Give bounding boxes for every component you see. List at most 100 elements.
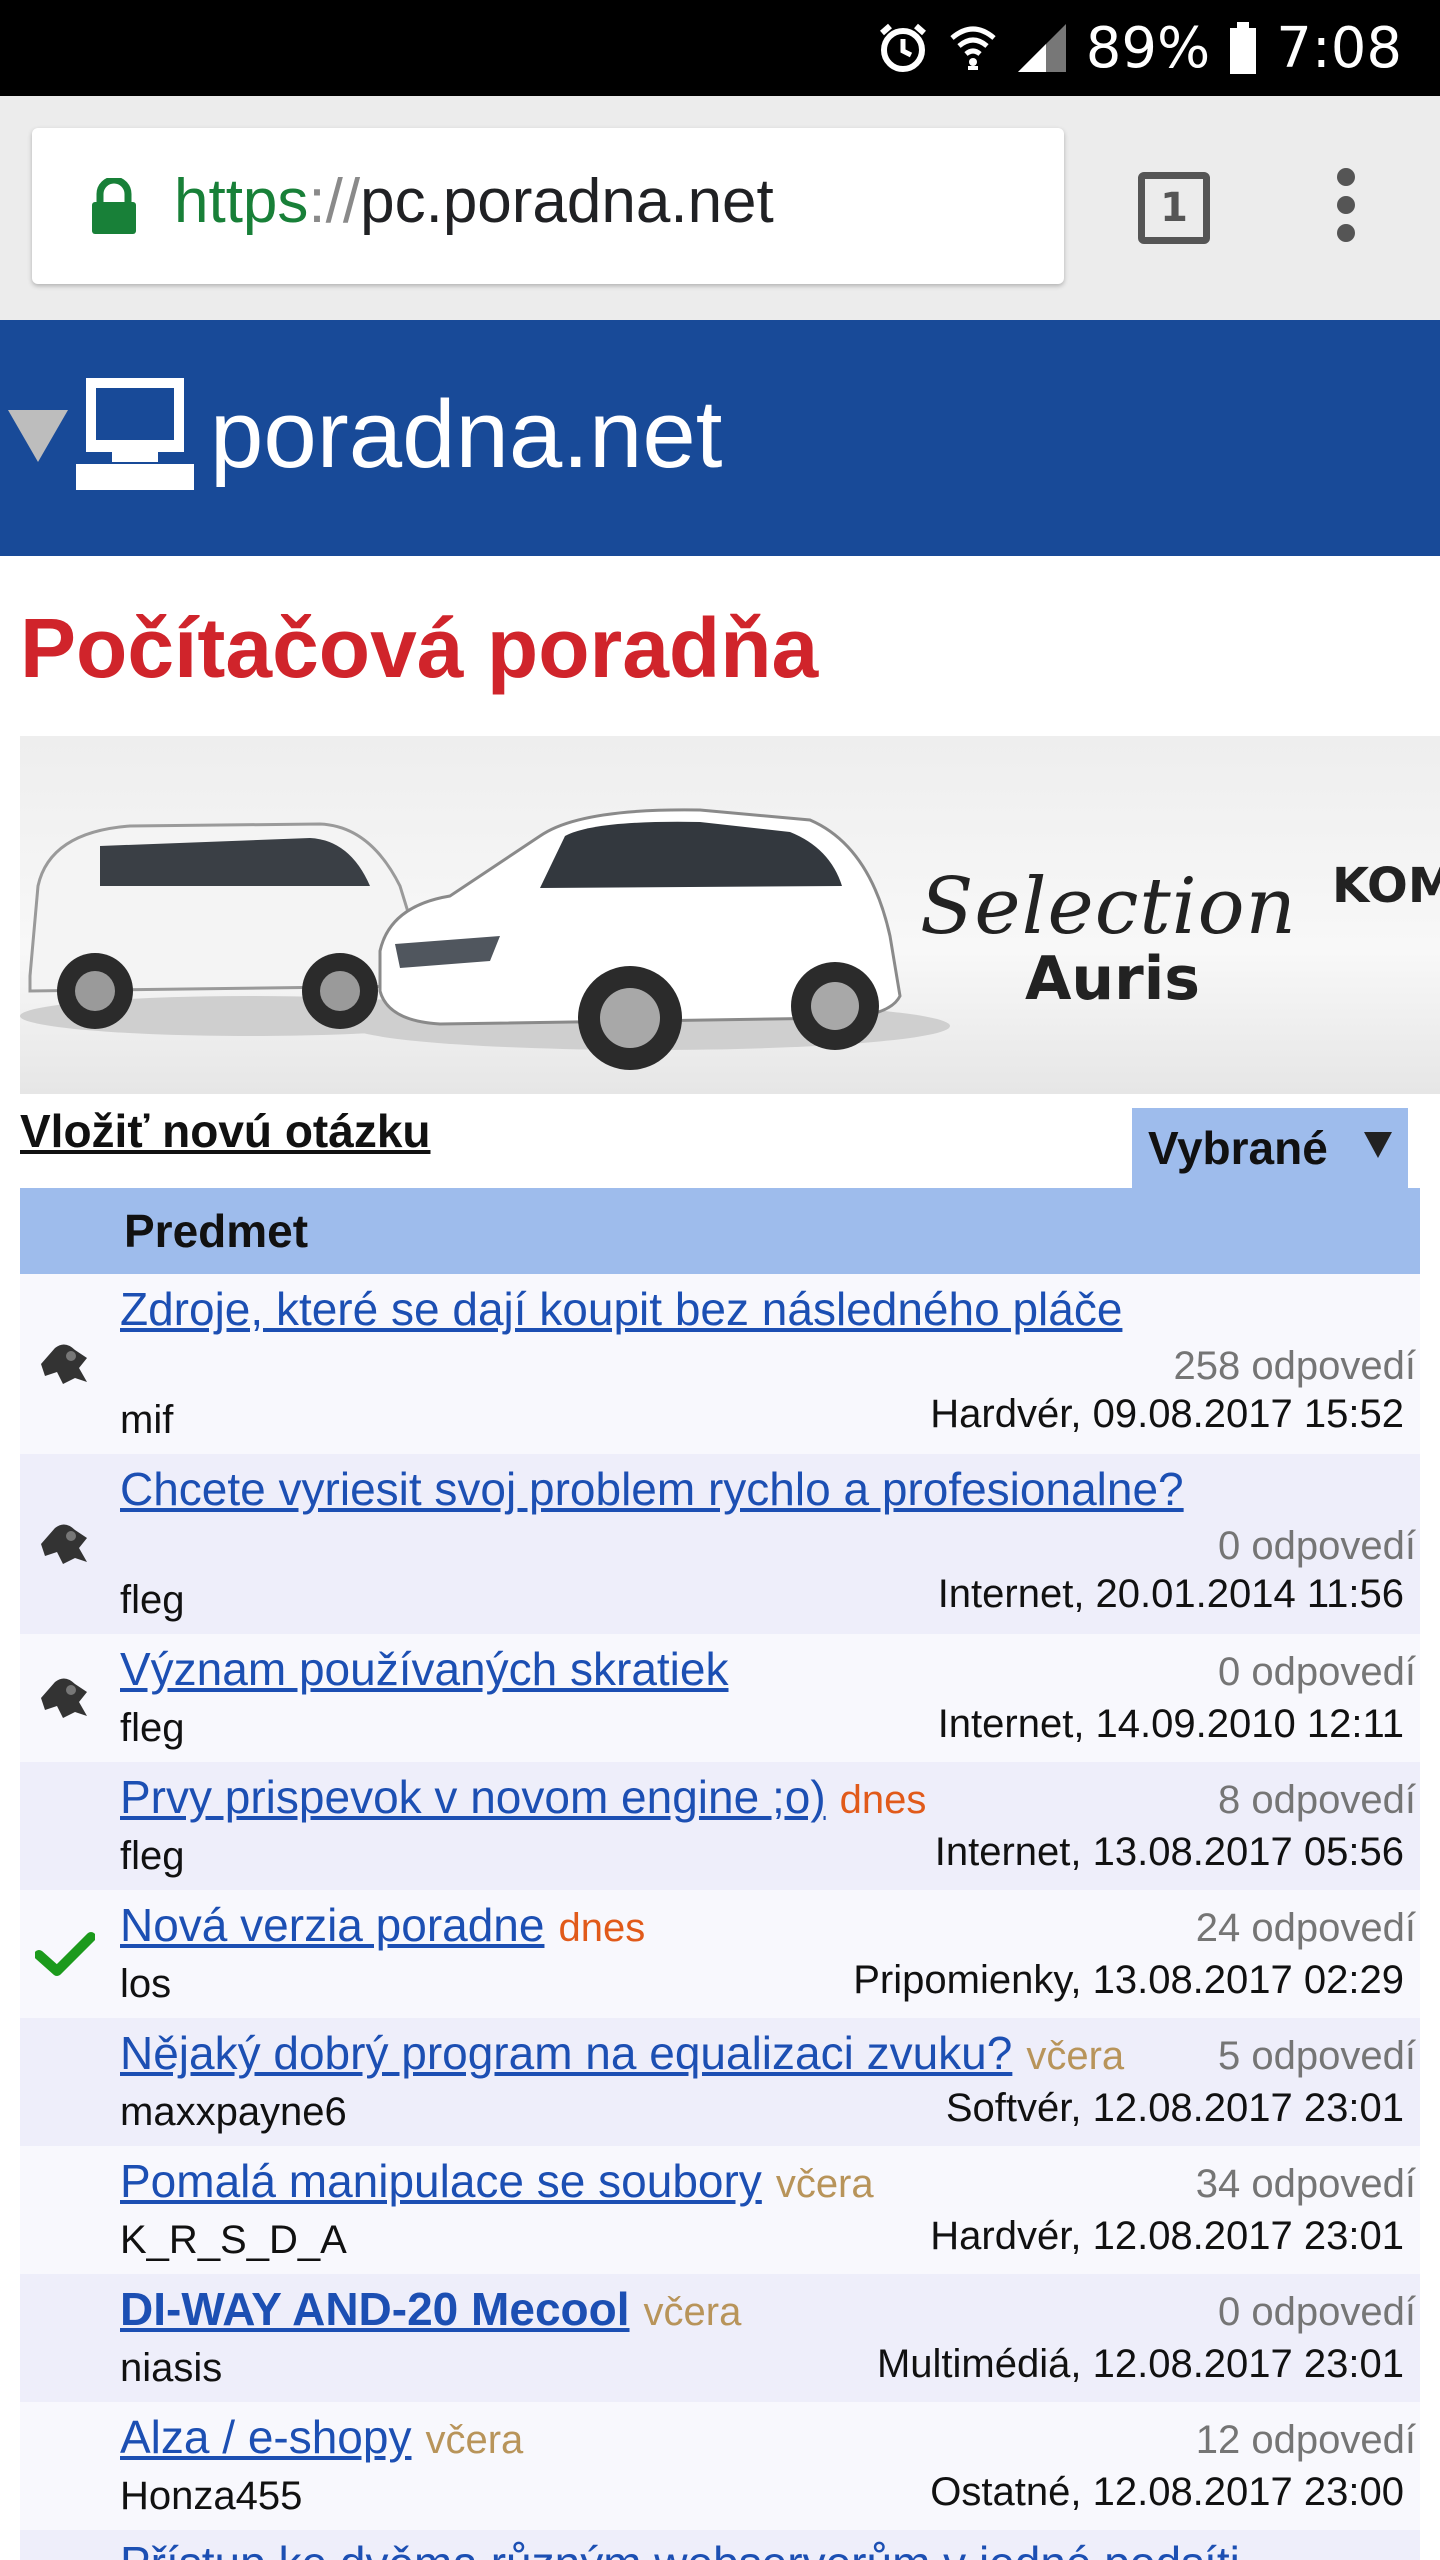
reply-count: 24 odpovedí — [1195, 1906, 1416, 1950]
computer-icon — [72, 376, 198, 499]
pin-icon — [20, 1332, 110, 1396]
question-title: DI-WAY AND-20 Mecool včera — [120, 2282, 741, 2336]
question-link[interactable]: Pomalá manipulace se soubory — [120, 2155, 762, 2207]
battery-percent: 89% — [1085, 15, 1211, 81]
question-meta: Hardvér, 09.08.2017 15:52 — [930, 1392, 1404, 1436]
question-author[interactable]: mif — [120, 1398, 173, 1443]
table-row: Význam používaných skratiek 0 odpovedí f… — [20, 1634, 1420, 1762]
question-meta: Internet, 20.01.2014 11:56 — [937, 1572, 1404, 1616]
lock-icon — [88, 176, 140, 241]
address-bar[interactable]: https://pc.poradna.net — [32, 128, 1064, 284]
question-title: Pomalá manipulace se soubory včera — [120, 2154, 874, 2208]
question-author[interactable]: fleg — [120, 1578, 185, 1623]
table-header: Predmet — [20, 1188, 1420, 1274]
table-row: Nějaký dobrý program na equalizaci zvuku… — [20, 2018, 1420, 2146]
reply-count: 0 odpovedí — [1218, 2290, 1416, 2334]
table-row: Prvy prispevok v novom engine ;o) dnes 8 … — [20, 1762, 1420, 1890]
new-today-badge: dnes — [839, 1778, 927, 1822]
site-name[interactable]: poradna.net — [210, 380, 722, 490]
question-author[interactable]: K_R_S_D_A — [120, 2218, 347, 2263]
page-title: Počítačová poradňa — [20, 601, 819, 695]
overflow-menu-icon[interactable] — [1322, 168, 1370, 248]
question-title: Nějaký dobrý program na equalizaci zvuku… — [120, 2026, 1124, 2080]
question-meta: Pripomienky, 13.08.2017 02:29 — [853, 1958, 1404, 2002]
reply-count: 258 odpovedí — [1173, 1344, 1416, 1388]
url-host: pc.poradna.net — [360, 167, 774, 236]
questions-table: Predmet Zdroje, které se dají koupit bez… — [20, 1188, 1420, 2560]
tab-count: 1 — [1160, 185, 1188, 231]
question-link[interactable]: Nějaký dobrý program na equalizaci zvuku… — [120, 2027, 1012, 2079]
question-author[interactable]: niasis — [120, 2346, 222, 2391]
pin-icon — [20, 1666, 110, 1730]
question-author[interactable]: los — [120, 1962, 171, 2007]
reply-count: 0 odpovedí — [1218, 1650, 1416, 1694]
pin-icon — [20, 1512, 110, 1576]
reply-count: 12 odpovedí — [1195, 2418, 1416, 2462]
url-separator: :// — [308, 167, 361, 236]
url-protocol: https — [174, 167, 309, 236]
question-meta: Hardvér, 12.08.2017 23:01 — [930, 2214, 1404, 2258]
new-question-link[interactable]: Vložiť novú otázku — [20, 1104, 431, 1158]
question-author[interactable]: Honza455 — [120, 2474, 302, 2519]
table-row: Chcete vyriesit svoj problem rychlo a pr… — [20, 1454, 1420, 1634]
yesterday-badge: včera — [643, 2290, 742, 2334]
filter-selected-value: Vybrané — [1148, 1122, 1328, 1174]
question-link[interactable]: Alza / e-shopy — [120, 2411, 411, 2463]
battery-icon — [1228, 22, 1258, 74]
status-bar-right: 89% 7:08 — [876, 0, 1402, 96]
table-row: DI-WAY AND-20 Mecool včera 0 odpovedí nia… — [20, 2274, 1420, 2402]
question-link[interactable]: Chcete vyriesit svoj problem rychlo a pr… — [120, 1463, 1184, 1515]
question-author[interactable]: maxxpayne6 — [120, 2090, 347, 2135]
signal-icon — [1016, 22, 1068, 74]
tabs-icon[interactable]: 1 — [1138, 172, 1210, 244]
question-title: Nová verzia poradne dnes — [120, 1898, 645, 1952]
table-row: Nová verzia poradne dnes 24 odpovedí los … — [20, 1890, 1420, 2018]
question-author[interactable]: fleg — [120, 1706, 185, 1751]
yesterday-badge: včera — [775, 2162, 874, 2206]
reply-count: 0 odpovedí — [1218, 1524, 1416, 1568]
browser-toolbar: https://pc.poradna.net 1 — [0, 96, 1440, 320]
alarm-icon — [876, 21, 930, 75]
table-row: Alza / e-shopy včera 12 odpovedí Honza455… — [20, 2402, 1420, 2530]
reply-count: 8 odpovedí — [1218, 1778, 1416, 1822]
new-today-badge: dnes — [558, 1906, 646, 1950]
advert-banner[interactable]: Selection Auris KOM — [20, 736, 1440, 1094]
question-title: Zdroje, které se dají koupit bez následn… — [120, 1282, 1122, 1336]
reply-count: 34 odpovedí — [1195, 2162, 1416, 2206]
subject-column-header[interactable]: Predmet — [124, 1204, 308, 1258]
question-meta: Softvér, 12.08.2017 23:01 — [945, 2086, 1404, 2130]
yesterday-badge: včera — [1026, 2034, 1125, 2078]
question-meta: Multimédiá, 12.08.2017 23:01 — [876, 2342, 1404, 2386]
question-link[interactable]: Prvy prispevok v novom engine ;o) — [120, 1771, 826, 1823]
site-header: poradna.net — [0, 320, 1440, 556]
nav-toggle-icon[interactable] — [8, 410, 68, 462]
table-row: Zdroje, které se dají koupit bez následn… — [20, 1274, 1420, 1454]
question-title: Alza / e-shopy včera — [120, 2410, 523, 2464]
question-title: Přístup ke dvěma různým webserverům v je… — [120, 2536, 1240, 2560]
banner-model-text: Auris — [1025, 944, 1201, 1014]
table-row: Pomalá manipulace se soubory včera 34 odp… — [20, 2146, 1420, 2274]
reply-count: 5 odpovedí — [1218, 2034, 1416, 2078]
banner-cut-text: KOM — [1332, 858, 1440, 914]
question-author[interactable]: fleg — [120, 1834, 185, 1879]
question-link[interactable]: Zdroje, které se dají koupit bez následn… — [120, 1283, 1122, 1335]
address-url[interactable]: https://pc.poradna.net — [174, 166, 774, 237]
check-icon — [20, 1924, 110, 1984]
question-meta: Internet, 14.09.2010 12:11 — [937, 1702, 1404, 1746]
filter-select[interactable]: Vybrané — [1132, 1108, 1408, 1188]
question-link[interactable]: Význam používaných skratiek — [120, 1643, 729, 1695]
question-link[interactable]: Přístup ke dvěma různým webserverům v je… — [120, 2537, 1240, 2560]
banner-script-text: Selection — [920, 862, 1297, 952]
question-title: Chcete vyriesit svoj problem rychlo a pr… — [120, 1462, 1184, 1516]
question-meta: Internet, 13.08.2017 05:56 — [934, 1830, 1404, 1874]
question-link[interactable]: DI-WAY AND-20 Mecool — [120, 2283, 630, 2335]
chevron-down-icon — [1364, 1132, 1392, 1158]
status-bar: 89% 7:08 — [0, 0, 1440, 96]
yesterday-badge: včera — [425, 2418, 524, 2462]
question-meta: Ostatné, 12.08.2017 23:00 — [930, 2470, 1404, 2514]
question-link[interactable]: Nová verzia poradne — [120, 1899, 544, 1951]
table-row: Přístup ke dvěma různým webserverům v je… — [20, 2530, 1420, 2560]
question-title: Význam používaných skratiek — [120, 1642, 729, 1696]
question-title: Prvy prispevok v novom engine ;o) dnes — [120, 1770, 926, 1824]
wifi-icon — [948, 22, 998, 74]
